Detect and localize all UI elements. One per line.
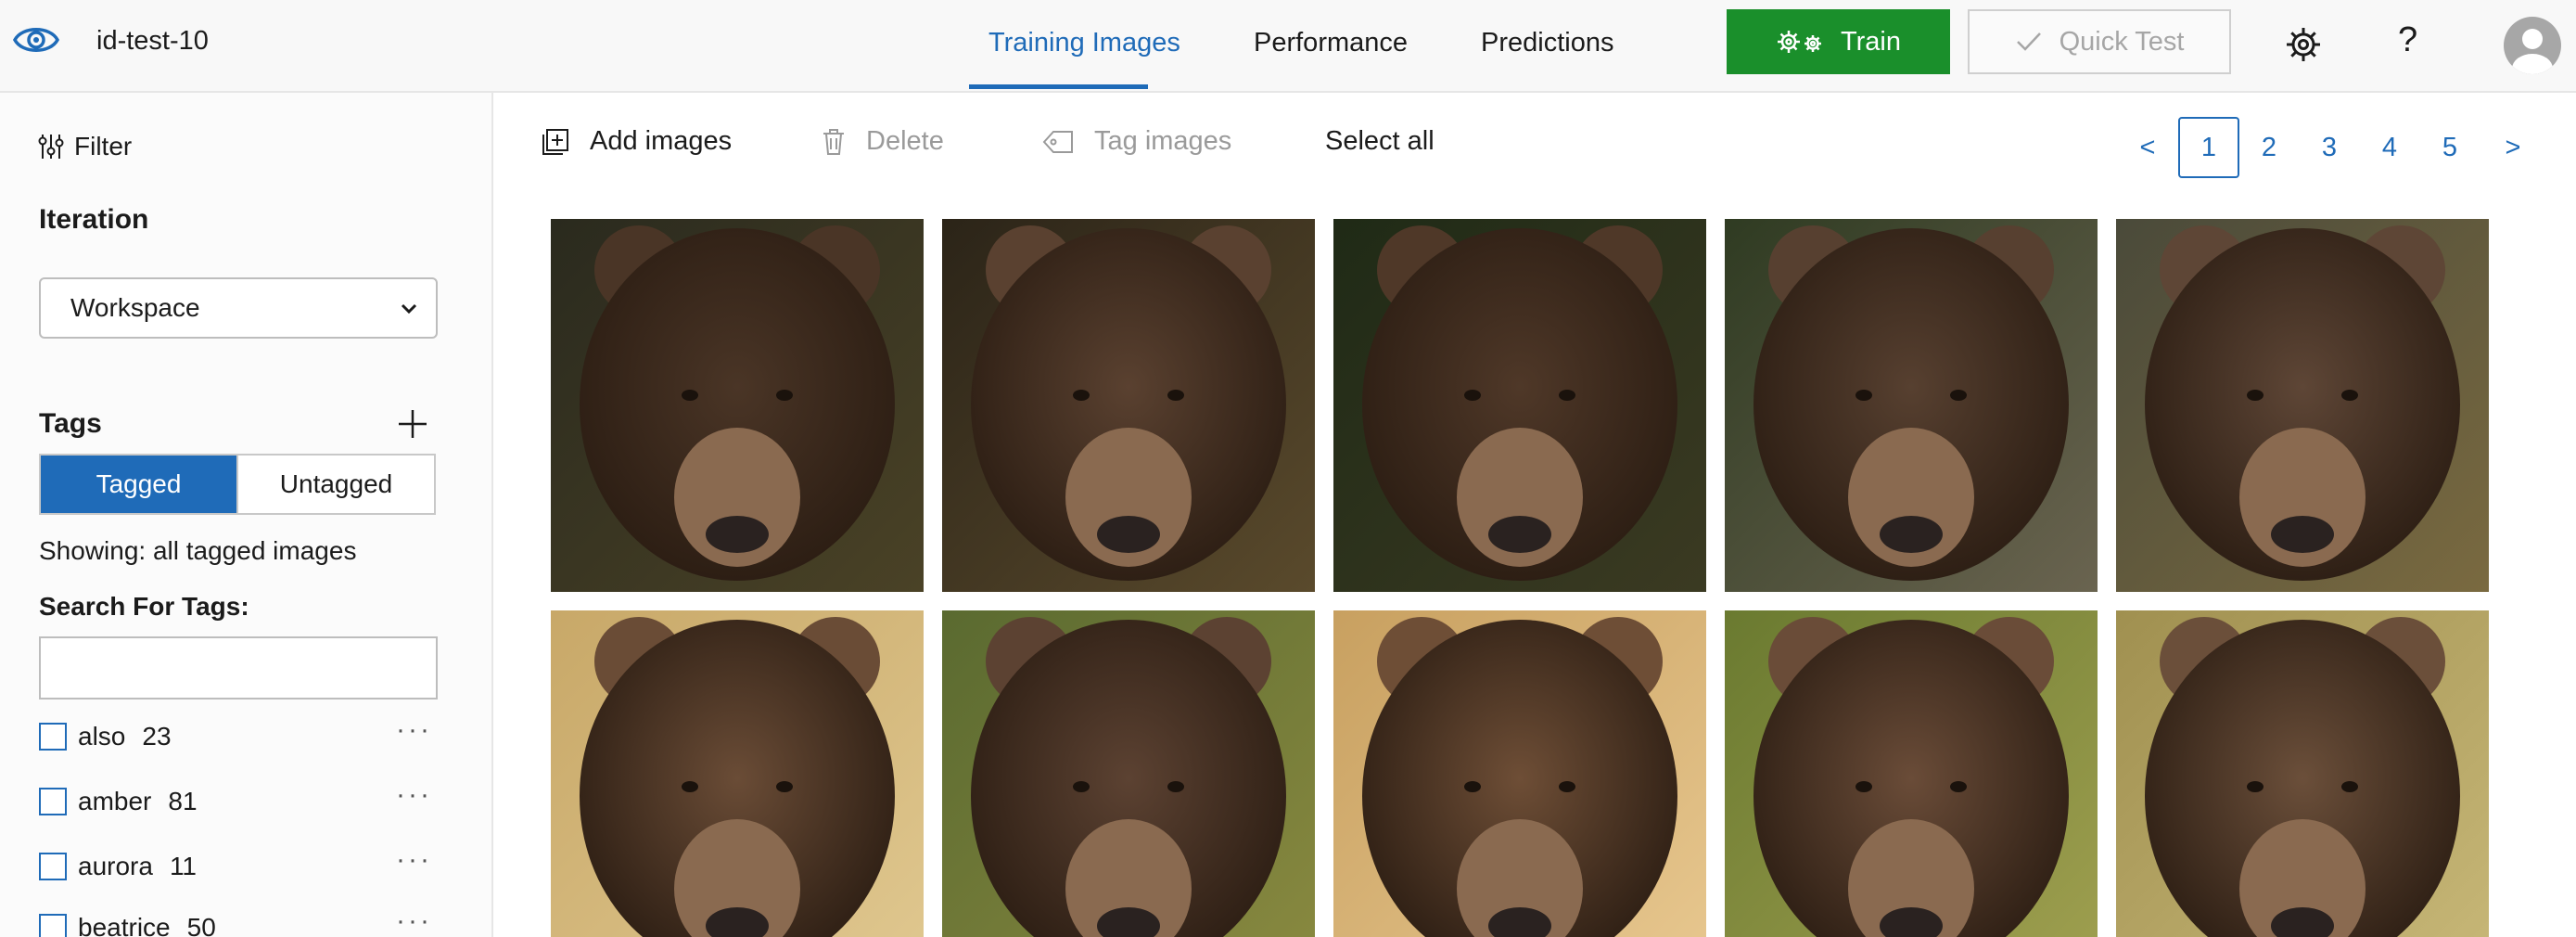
tag-name: amber [78,787,152,815]
more-options-icon[interactable]: ··· [396,779,432,811]
tag-checkbox[interactable] [39,788,67,815]
checkmark-icon [2016,32,2041,51]
filter-sliders-icon [38,135,64,159]
more-options-icon[interactable]: ··· [396,905,432,937]
tag-item-also: also 23 ··· [39,714,438,755]
bear-image-6[interactable] [551,610,924,937]
tab-performance[interactable]: Performance [1254,28,1408,58]
user-avatar[interactable] [2504,17,2561,74]
bear-image-3[interactable] [1333,219,1706,592]
tag-item-aurora: aurora 11 ··· [39,844,438,885]
quick-test-label: Quick Test [2059,26,2185,57]
tag-count: 81 [168,787,198,815]
iteration-title: Iteration [39,204,149,235]
tab-training-images[interactable]: Training Images [988,28,1180,58]
bear-image-7[interactable] [942,610,1315,937]
untagged-button[interactable]: Untagged [236,456,434,513]
tag-count: 50 [186,913,216,937]
search-tags-label: Search For Tags: [39,592,249,621]
iteration-select[interactable]: Workspace [39,277,438,339]
sidebar: Filter Iteration Workspace Tags Tagged U… [0,93,493,937]
tagged-toggle: Tagged Untagged [39,454,436,515]
bear-image-9[interactable] [1725,610,2098,937]
tag-checkbox[interactable] [39,723,67,751]
settings-gear-icon[interactable] [2283,24,2324,65]
bear-image-1[interactable] [551,219,924,592]
trash-icon [823,128,844,155]
tagged-button[interactable]: Tagged [41,456,236,513]
tag-count: 11 [169,852,198,880]
active-tab-indicator [969,84,1148,89]
delete-button[interactable]: Delete [822,126,944,157]
bear-image-2[interactable] [942,219,1315,592]
project-name: id-test-10 [96,26,209,56]
tag-item-beatrice: beatrice 50 ··· [39,905,438,937]
bear-image-10[interactable] [2116,610,2489,937]
help-icon[interactable]: ? [2398,20,2417,60]
tag-name: beatrice [78,913,171,937]
quick-test-button[interactable]: Quick Test [1968,9,2231,74]
more-options-icon[interactable]: ··· [396,844,432,876]
bear-image-5[interactable] [2116,219,2489,592]
chevron-down-icon [401,303,417,314]
gears-icon [1778,31,1821,53]
page-5-button[interactable]: 5 [2419,117,2480,178]
tag-images-label: Tag images [1094,126,1232,156]
add-images-button[interactable]: Add images [542,126,732,157]
tag-name: aurora [78,852,153,880]
train-button[interactable]: Train [1727,9,1950,74]
tag-images-button[interactable]: Tag images [1042,126,1231,157]
iteration-value: Workspace [70,293,200,322]
previous-page-button[interactable]: < [2114,117,2181,178]
user-silhouette-icon [2512,29,2553,74]
search-tags-input[interactable] [39,636,438,700]
tab-predictions[interactable]: Predictions [1481,28,1613,58]
filter-label: Filter [74,132,133,160]
tag-icon [1042,130,1073,153]
train-label: Train [1841,26,1901,57]
page-1-button[interactable]: 1 [2178,117,2239,178]
add-images-icon [542,128,568,155]
filter-button[interactable]: Filter [37,132,132,161]
delete-label: Delete [866,126,944,156]
bear-image-4[interactable] [1725,219,2098,592]
bear-image-8[interactable] [1333,610,1706,937]
add-tag-plus-icon[interactable] [397,408,428,440]
tag-checkbox[interactable] [39,853,67,880]
tag-checkbox[interactable] [39,914,67,937]
tag-item-amber: amber 81 ··· [39,779,438,820]
next-page-button[interactable]: > [2480,117,2546,178]
select-all-button[interactable]: Select all [1325,126,1435,157]
tags-title: Tags [39,408,102,439]
showing-text: Showing: all tagged images [39,536,357,565]
more-options-icon[interactable]: ··· [396,714,432,746]
page-4-button[interactable]: 4 [2359,117,2420,178]
top-bar: id-test-10 Training Images Performance P… [0,0,2576,93]
tag-name: also [78,722,126,751]
add-images-label: Add images [590,126,733,156]
eye-logo-icon[interactable] [11,19,61,61]
tag-count: 23 [142,722,172,751]
page-2-button[interactable]: 2 [2238,117,2300,178]
page-3-button[interactable]: 3 [2299,117,2360,178]
